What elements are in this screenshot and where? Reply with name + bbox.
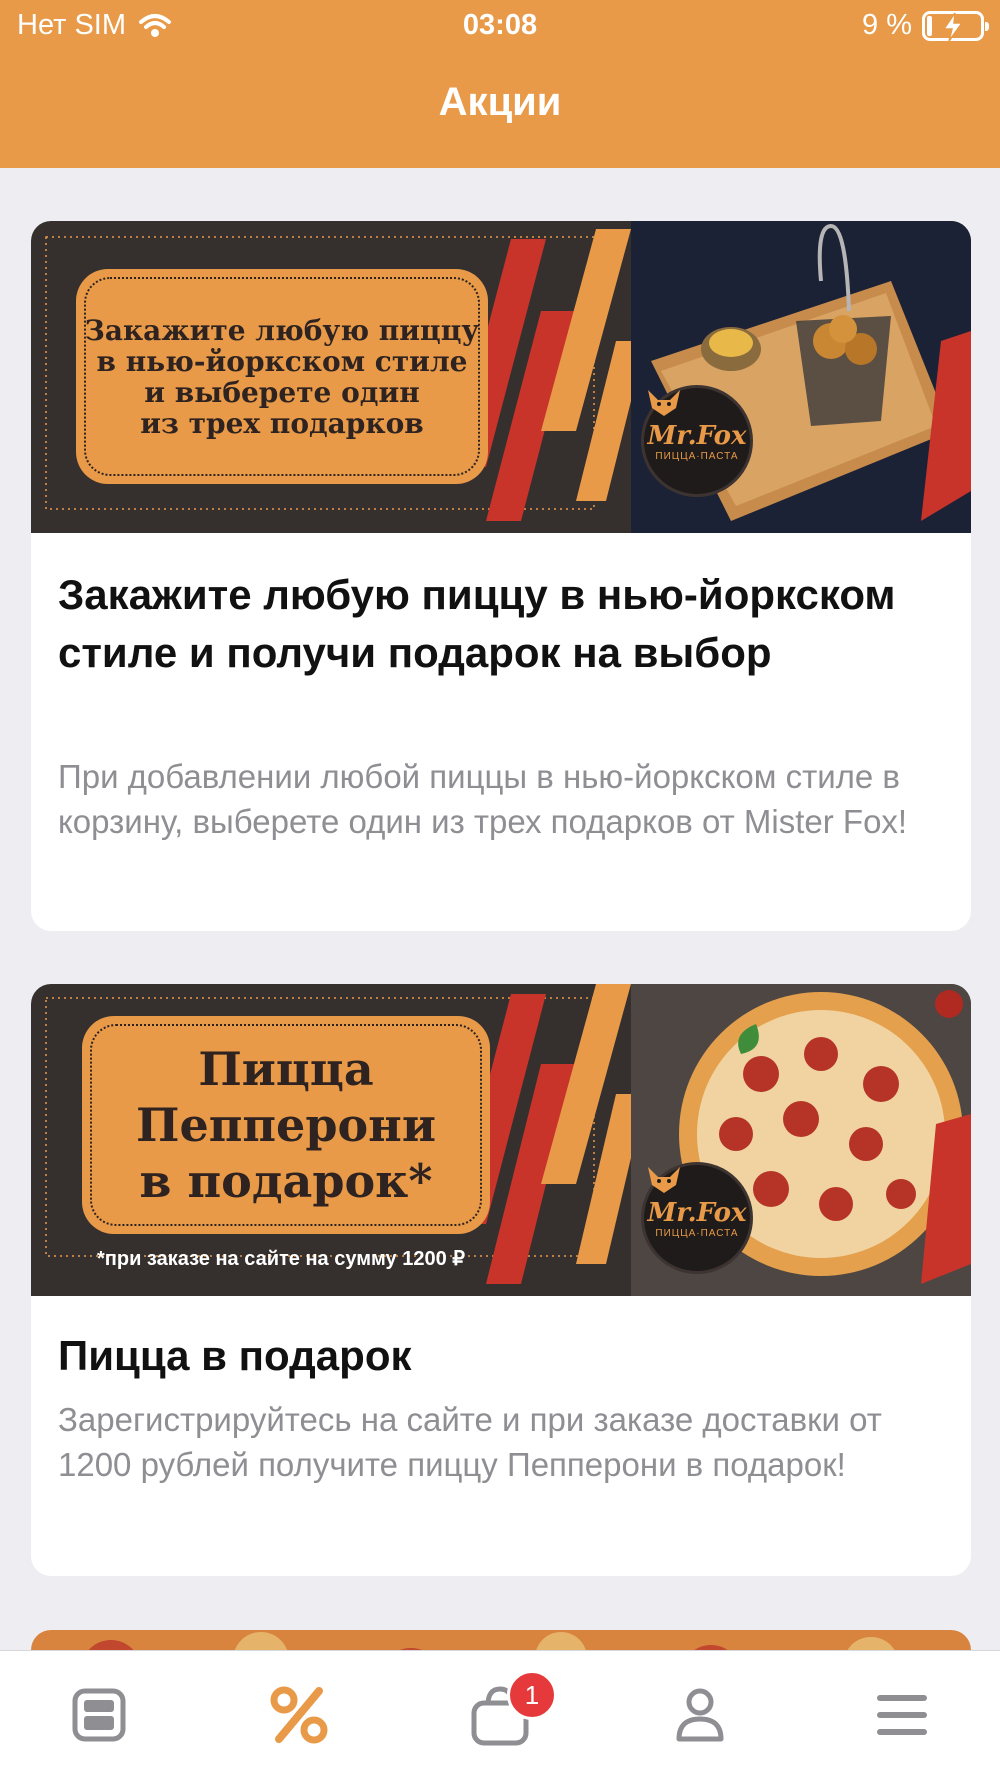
- logo-text: Mr.Fox: [647, 420, 747, 451]
- promo-banner-image: Пицца Пепперони в подарок* *при заказе н…: [31, 984, 971, 1296]
- tab-profile[interactable]: [640, 1651, 760, 1778]
- tab-menu[interactable]: [39, 1651, 159, 1778]
- menu-card-icon: [72, 1688, 126, 1742]
- promo-description: При добавлении любой пиццы в нью-йоркско…: [58, 758, 908, 840]
- brand-logo: Mr.Fox ПИЦЦА·ПАСТА: [641, 385, 753, 497]
- fox-icon: [648, 390, 680, 416]
- promo-banner-image: Закажите любую пиццу в нью-йоркском стил…: [31, 221, 971, 533]
- brand-logo: Mr.Fox ПИЦЦА·ПАСТА: [641, 1162, 753, 1274]
- profile-icon: [676, 1688, 724, 1742]
- bottom-tab-bar: [0, 1650, 1000, 1778]
- battery-group: 9 %: [862, 9, 989, 42]
- promo-title: Пицца в подарок: [58, 1332, 412, 1379]
- banner-text-box: Пицца Пепперони в подарок*: [82, 1016, 490, 1234]
- fox-icon: [648, 1167, 680, 1193]
- page-title: Акции: [438, 80, 562, 124]
- promo-card-pepperoni-gift[interactable]: Пицца Пепперони в подарок* *при заказе н…: [31, 984, 971, 1576]
- hamburger-menu-icon: [877, 1695, 927, 1735]
- logo-subtitle: ПИЦЦА·ПАСТА: [655, 450, 739, 462]
- tab-promotions[interactable]: [239, 1651, 359, 1778]
- clock: 03:08: [462, 9, 538, 41]
- promo-description: Зарегистрируйтесь на сайте и при заказе …: [58, 1401, 882, 1483]
- basket-count-badge: 1: [507, 1670, 557, 1720]
- banner-footnote: *при заказе на сайте на сумму 1200 ₽: [96, 1248, 465, 1270]
- tab-more[interactable]: [842, 1651, 962, 1778]
- promo-card-ny-pizza[interactable]: Закажите любую пиццу в нью-йоркском стил…: [31, 221, 971, 931]
- promo-title: Закажите любую пиццу в нью-йоркском стил…: [58, 571, 896, 676]
- logo-text: Mr.Fox: [647, 1197, 747, 1228]
- app-header: Нет SIM 03:08 9 % Акции: [0, 0, 1000, 168]
- battery-percent: 9 %: [862, 9, 912, 41]
- percent-icon: [270, 1686, 328, 1744]
- banner-text-box: Закажите любую пиццу в нью-йоркском стил…: [76, 269, 488, 484]
- status-bar: Нет SIM 03:08 9 %: [0, 0, 1000, 52]
- battery-icon: [922, 10, 989, 41]
- logo-subtitle: ПИЦЦА·ПАСТА: [655, 1227, 739, 1239]
